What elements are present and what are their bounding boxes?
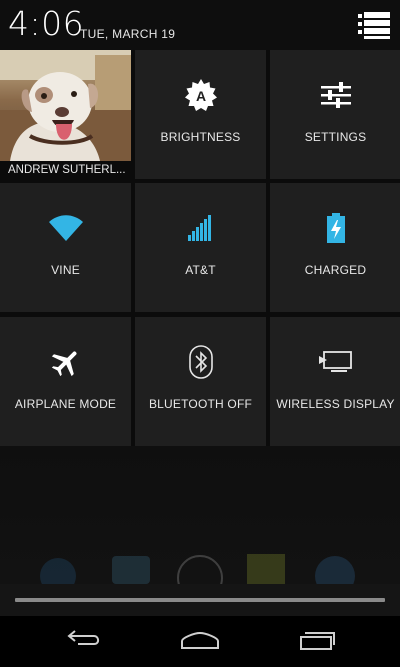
clock-date: TUE, MARCH 19 [80, 27, 176, 41]
panel-handle-zone [0, 584, 400, 616]
bluetooth-tile[interactable]: BLUETOOTH OFF [135, 317, 266, 446]
quick-settings-header: 4:06 TUE, MARCH 19 [0, 0, 400, 50]
signal-bars-icon [187, 214, 214, 246]
drag-handle[interactable] [15, 598, 385, 602]
dimmed-background [0, 446, 400, 601]
clock-time: 4:06 [8, 4, 85, 43]
cast-display-icon [318, 350, 353, 379]
user-avatar-photo [0, 50, 131, 161]
brightness-label: BRIGHTNESS [160, 130, 241, 144]
settings-tile[interactable]: SETTINGS [270, 50, 400, 179]
quick-settings-grid: ANDREW SUTHERL... A BRIGHTNESS SETTINGS … [0, 50, 400, 446]
wifi-tile[interactable]: VINE [0, 183, 131, 312]
battery-charging-icon [326, 212, 345, 248]
navigation-bar [0, 616, 400, 667]
airplane-mode-label: AIRPLANE MODE [14, 397, 117, 411]
back-button[interactable] [53, 626, 113, 658]
recents-button[interactable] [288, 626, 348, 658]
home-button[interactable] [170, 626, 230, 658]
wifi-icon [48, 214, 83, 246]
battery-tile[interactable]: CHARGED [270, 183, 400, 312]
notifications-toggle-icon[interactable] [358, 10, 390, 40]
svg-text:A: A [195, 88, 205, 104]
bluetooth-icon [188, 344, 213, 384]
recents-icon [299, 629, 337, 656]
quick-settings-screen: 4:06 TUE, MARCH 19 ANDREW SUTHERL... A B… [0, 0, 400, 667]
wireless-display-tile[interactable]: WIRELESS DISPLAY [270, 317, 400, 446]
user-name-label: ANDREW SUTHERL... [0, 161, 131, 179]
settings-label: SETTINGS [304, 130, 367, 144]
brightness-auto-icon: A [184, 78, 217, 116]
airplane-icon [50, 346, 82, 383]
wireless-display-label: WIRELESS DISPLAY [276, 397, 395, 411]
airplane-mode-tile[interactable]: AIRPLANE MODE [0, 317, 131, 446]
home-icon [180, 630, 220, 655]
battery-status-label: CHARGED [304, 263, 367, 277]
user-profile-tile[interactable]: ANDREW SUTHERL... [0, 50, 131, 179]
brightness-tile[interactable]: A BRIGHTNESS [135, 50, 266, 179]
back-icon [64, 629, 102, 655]
settings-sliders-icon [320, 80, 351, 115]
cellular-tile[interactable]: AT&T [135, 183, 266, 312]
bluetooth-status-label: BLUETOOTH OFF [148, 397, 253, 411]
carrier-label: AT&T [185, 263, 216, 277]
wifi-network-label: VINE [51, 263, 80, 277]
